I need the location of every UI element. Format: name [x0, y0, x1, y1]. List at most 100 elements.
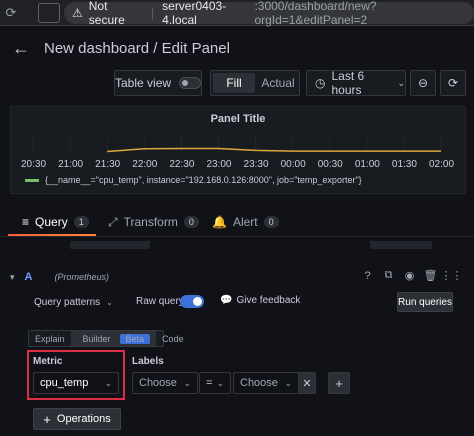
- mode-builder[interactable]: Builder Beta: [70, 331, 157, 346]
- x-tick-label: 01:30: [391, 159, 417, 170]
- zoom-out-button[interactable]: ⊖: [410, 70, 436, 96]
- hidden-control: [70, 241, 150, 249]
- legend[interactable]: {__name__="cpu_temp", instance="192.168.…: [25, 175, 362, 185]
- plus-icon: +: [335, 375, 343, 391]
- duplicate-icon[interactable]: ⧉: [382, 269, 395, 282]
- collapse-icon[interactable]: ▾: [10, 272, 15, 283]
- datasource-name: (Prometheus): [54, 272, 110, 282]
- close-icon: ✕: [302, 377, 312, 390]
- tab-transform[interactable]: ⤢ Transform 0: [108, 208, 199, 236]
- fill-option[interactable]: Fill: [213, 73, 255, 93]
- zoom-out-icon: ⊖: [417, 76, 429, 90]
- x-tick-label: 00:30: [317, 159, 343, 170]
- table-view-switch[interactable]: [179, 77, 201, 89]
- browser-bar: ⟳ ⚠ Not secure | server0403-4.local :300…: [0, 0, 474, 27]
- editor-tabs: ≡ Query 1 ⤢ Transform 0 🔔 Alert 0: [0, 208, 474, 236]
- query-patterns-dropdown[interactable]: Query patterns ⌄: [34, 294, 113, 310]
- tab-query[interactable]: ≡ Query 1: [22, 208, 89, 236]
- chevron-down-icon: ⌄: [106, 297, 113, 307]
- add-label-button[interactable]: +: [328, 372, 350, 394]
- x-tick-label: 23:30: [243, 159, 269, 170]
- x-tick-label: 00:00: [280, 159, 306, 170]
- chevron-down-icon: ⌄: [284, 378, 292, 388]
- give-feedback-link[interactable]: 💬 Give feedback: [220, 295, 300, 306]
- beta-badge: Beta: [119, 333, 151, 344]
- x-tick-label: 20:30: [21, 159, 47, 170]
- label-key-placeholder: Choose: [139, 377, 177, 389]
- url-path: :3000/dashboard/new?orgId=1&editPanel=2: [254, 0, 377, 27]
- chevron-down-icon: ⌄: [183, 378, 191, 388]
- legend-swatch: [25, 178, 39, 182]
- warning-icon: ⚠: [72, 6, 83, 20]
- give-feedback-label: Give feedback: [236, 295, 301, 306]
- metric-value: cpu_temp: [40, 377, 89, 389]
- run-queries-button[interactable]: Run queries: [397, 292, 453, 312]
- refresh-icon: ⟳: [447, 76, 459, 90]
- raw-query-toggle[interactable]: [180, 295, 204, 308]
- x-tick-label: 01:00: [354, 159, 380, 170]
- operations-label: Operations: [56, 413, 111, 425]
- x-tick-label: 02:00: [429, 159, 455, 170]
- clock-icon: ◷: [315, 76, 326, 90]
- label-value-select[interactable]: Choose ⌄: [233, 372, 299, 394]
- x-tick-label: 21:30: [95, 159, 121, 170]
- x-tick-label: 21:00: [58, 159, 84, 170]
- label-operator-select[interactable]: = ⌄: [199, 372, 231, 394]
- labels-label: Labels: [132, 356, 164, 367]
- table-view-label: Table view: [115, 76, 172, 90]
- tab-alert-count: 0: [263, 216, 279, 228]
- label-value-placeholder: Choose: [240, 377, 278, 389]
- tab-icon[interactable]: [38, 3, 60, 23]
- trash-icon[interactable]: 🗑: [424, 269, 438, 282]
- hidden-control: [370, 241, 432, 249]
- tab-transform-count: 0: [183, 216, 199, 228]
- refresh-icon[interactable]: ⟳: [0, 0, 22, 26]
- comment-icon: 💬: [220, 295, 233, 306]
- address-bar[interactable]: ⚠ Not secure | server0403-4.local :3000/…: [64, 0, 474, 27]
- time-range-picker[interactable]: ◷ Last 6 hours ⌄: [306, 69, 406, 97]
- drag-handle-icon[interactable]: ⋮⋮: [441, 269, 463, 282]
- x-tick-label: 22:00: [132, 159, 158, 170]
- query-row-header[interactable]: ▾ A (Prometheus) ? ⧉ ◉ 🗑 ⋮⋮: [8, 266, 466, 288]
- query-ref-id[interactable]: A: [25, 271, 33, 283]
- tab-query-count: 1: [73, 216, 89, 228]
- plus-icon: +: [43, 411, 51, 427]
- page-title: New dashboard / Edit Panel: [44, 40, 230, 57]
- chevron-down-icon: ⌄: [104, 378, 112, 388]
- query-patterns-label: Query patterns: [34, 296, 101, 308]
- tab-alert-label: Alert: [232, 215, 258, 229]
- tab-alert[interactable]: 🔔 Alert 0: [212, 208, 279, 236]
- bell-icon: 🔔: [212, 215, 227, 229]
- mode-explain[interactable]: Explain: [29, 331, 71, 346]
- url-host: server0403-4.local: [162, 0, 227, 27]
- tab-transform-label: Transform: [123, 215, 178, 229]
- refresh-button[interactable]: ⟳: [440, 70, 466, 96]
- database-icon: ≡: [22, 215, 30, 229]
- back-arrow-icon[interactable]: ←: [12, 38, 30, 59]
- series-line: [107, 147, 441, 153]
- remove-label-button[interactable]: ✕: [298, 372, 316, 394]
- raw-query-label: Raw query: [136, 296, 184, 307]
- metric-select[interactable]: cpu_temp ⌄: [33, 372, 119, 394]
- legend-label: {__name__="cpu_temp", instance="192.168.…: [45, 175, 362, 185]
- metric-label: Metric: [33, 356, 63, 367]
- transform-icon: ⤢: [108, 214, 118, 229]
- chevron-down-icon: ⌄: [397, 77, 405, 88]
- label-key-select[interactable]: Choose ⌄: [132, 372, 198, 394]
- table-view-toggle[interactable]: Table view: [114, 70, 202, 96]
- add-operations-button[interactable]: + Operations: [33, 408, 121, 430]
- security-label: Not secure: [88, 0, 125, 27]
- mode-code[interactable]: Code: [156, 331, 190, 346]
- editor-mode-switch: Explain Builder Beta Code: [28, 330, 184, 347]
- panel-preview: Panel Title 20:30 21:00 21:30 22:00 22:30 23:…: [10, 106, 466, 194]
- chevron-down-icon: ⌄: [216, 377, 224, 388]
- fill-actual-switch: Fill Actual: [210, 70, 300, 96]
- help-icon[interactable]: ?: [361, 269, 374, 282]
- x-tick-label: 23:00: [206, 159, 232, 170]
- eye-icon[interactable]: ◉: [403, 269, 416, 282]
- x-tick-label: 22:30: [169, 159, 195, 170]
- query-row-actions: ? ⧉ ◉ 🗑 ⋮⋮: [361, 269, 463, 282]
- actual-option[interactable]: Actual: [257, 71, 299, 95]
- tab-query-label: Query: [35, 215, 68, 229]
- time-range-label: Last 6 hours: [331, 69, 365, 97]
